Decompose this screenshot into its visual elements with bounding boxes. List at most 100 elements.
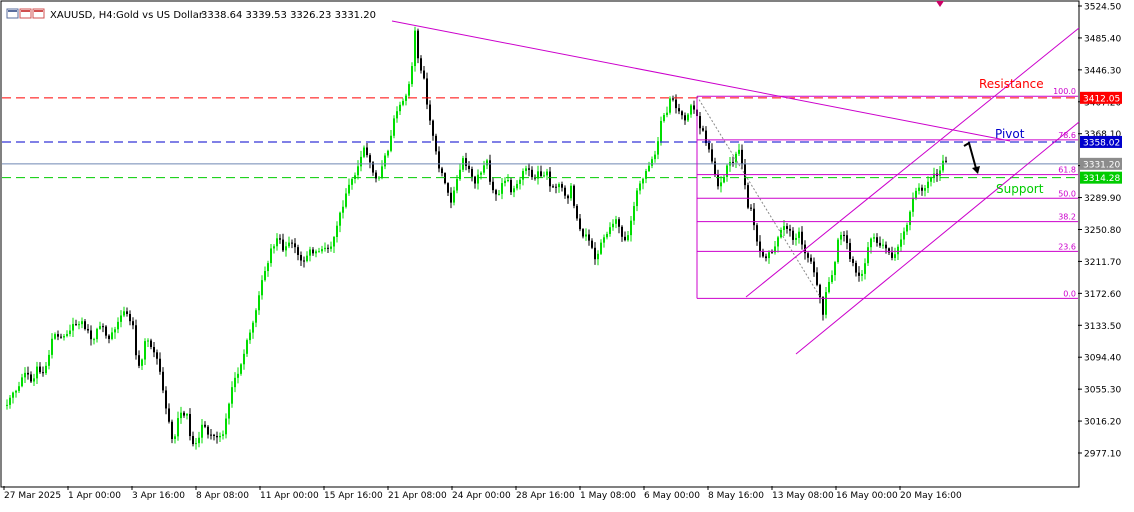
candle-bull	[918, 187, 920, 191]
y-tick-label: 3016.20	[1084, 418, 1121, 428]
candle-bull	[69, 330, 71, 334]
candle-bull	[615, 219, 617, 224]
candle-bear	[60, 336, 62, 338]
candle-bull	[480, 172, 482, 175]
candle-bull	[66, 333, 68, 337]
candle-bull	[633, 206, 635, 221]
candle-bull	[378, 177, 380, 179]
candle-bull	[231, 387, 233, 404]
candle-bull	[117, 321, 119, 330]
candle-bull	[597, 253, 599, 260]
candle-bear	[816, 272, 818, 285]
candle-bull	[9, 397, 11, 405]
candle-bear	[885, 244, 887, 249]
candle-bull	[873, 237, 875, 239]
candle-bull	[72, 324, 74, 331]
candle-bear	[495, 190, 497, 195]
x-tick-label: 8 Apr 08:00	[196, 491, 249, 501]
chart-svg[interactable]: XAUUSD, H4: Gold vs US Dollar 3338.64 33…	[0, 0, 1134, 508]
price-axis[interactable]: 3524.503485.403446.303407.203368.103329.…	[1078, 3, 1122, 460]
candle-bear	[921, 187, 923, 191]
candle-bear	[771, 252, 773, 254]
y-tick-label: 3485.40	[1084, 34, 1121, 44]
fib-level-label: 50.0	[1058, 189, 1076, 198]
candle-bull	[336, 225, 338, 238]
candle-bear	[717, 174, 719, 187]
candle-bull	[393, 118, 395, 136]
candle-bull	[21, 377, 23, 387]
y-tick-label: 3133.50	[1084, 322, 1121, 332]
candle-bull	[276, 238, 278, 247]
candle-bull	[651, 159, 653, 166]
x-tick-label: 3 Apr 16:00	[132, 491, 185, 501]
support-price-tag: 3314.28	[1083, 174, 1120, 184]
candle-bear	[624, 236, 626, 241]
candle-bear	[618, 219, 620, 227]
candle-bear	[822, 297, 824, 315]
candle-bear	[786, 226, 788, 229]
candle-bear	[801, 231, 803, 245]
candle-bear	[582, 229, 584, 237]
candle-bear	[675, 99, 677, 109]
fib-level-label: 61.8	[1058, 166, 1076, 175]
candle-bull	[33, 378, 35, 382]
candle-bull	[273, 246, 275, 249]
candle-bull	[12, 392, 14, 398]
candle-bear	[192, 436, 194, 445]
candle-bull	[927, 181, 929, 189]
candle-bull	[315, 251, 317, 254]
candle-bull	[924, 188, 926, 191]
candle-bear	[528, 168, 530, 170]
candle-bull	[453, 190, 455, 203]
candle-bull	[522, 171, 524, 180]
y-tick-label: 3094.40	[1084, 354, 1121, 364]
candle-bull	[54, 334, 56, 339]
candle-bear	[420, 58, 422, 71]
candle-bull	[309, 249, 311, 256]
y-tick-label: 3289.90	[1084, 194, 1121, 204]
candle-bear	[699, 116, 701, 129]
candle-bull	[123, 311, 125, 316]
candle-bull	[99, 326, 101, 329]
x-tick-label: 1 May 08:00	[580, 491, 636, 501]
candle-bull	[219, 435, 221, 438]
fib-level-label: 23.6	[1058, 242, 1076, 251]
candle-bull	[114, 329, 116, 333]
candle-bull	[240, 364, 242, 374]
candle-bull	[246, 340, 248, 354]
candle-bull	[840, 234, 842, 240]
candle-bull	[405, 95, 407, 101]
candle-bear	[678, 108, 680, 112]
candle-bull	[456, 179, 458, 191]
candle-bull	[660, 120, 662, 142]
candle-bull	[738, 149, 740, 154]
candle-bull	[897, 246, 899, 255]
candle-bear	[567, 195, 569, 199]
x-tick-label: 21 Apr 08:00	[388, 491, 447, 501]
candle-bull	[387, 150, 389, 156]
candle-bull	[411, 66, 413, 85]
candle-bull	[345, 193, 347, 207]
candle-bear	[672, 98, 674, 100]
candle-bear	[693, 105, 695, 110]
candle-bear	[75, 324, 77, 326]
candle-bull	[483, 165, 485, 173]
candle-bear	[57, 334, 59, 337]
candle-bull	[225, 418, 227, 435]
candle-bull	[783, 226, 785, 230]
candle-bear	[684, 115, 686, 121]
candle-bull	[144, 341, 146, 360]
candle-bull	[180, 412, 182, 419]
candle-bull	[768, 252, 770, 259]
candle-bear	[102, 326, 104, 328]
candle-bull	[63, 336, 65, 338]
candle-bear	[852, 259, 854, 263]
candle-bear	[210, 434, 212, 436]
chart-symbol: XAUUSD, H4:	[50, 10, 116, 21]
candle-bear	[129, 313, 131, 322]
candle-bull	[261, 280, 263, 296]
candle-bear	[621, 226, 623, 237]
candle-bull	[363, 147, 365, 157]
candle-bear	[702, 128, 704, 131]
candle-bull	[243, 353, 245, 365]
